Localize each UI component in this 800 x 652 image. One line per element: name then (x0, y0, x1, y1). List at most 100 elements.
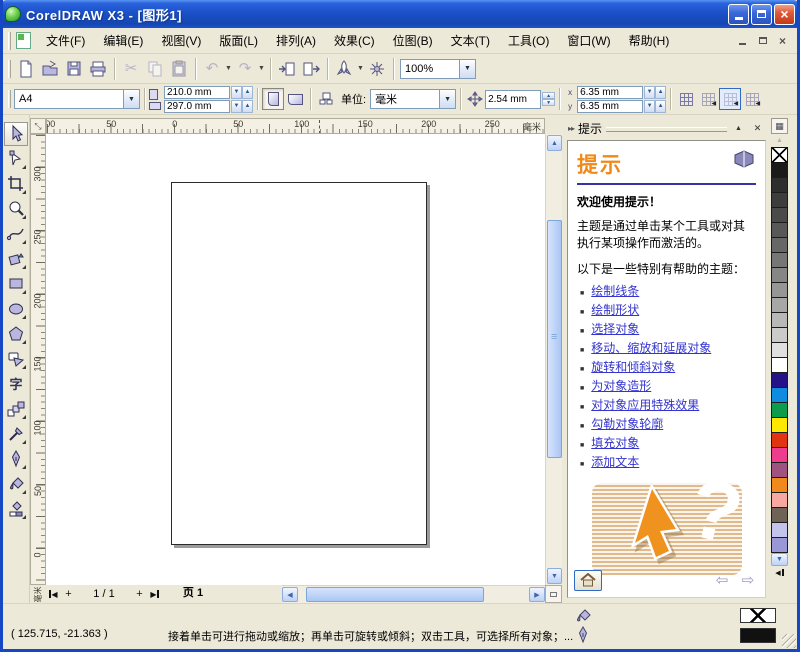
new-button[interactable] (14, 57, 38, 81)
undo-button[interactable]: ↶ (200, 57, 224, 81)
application-launcher-button[interactable] (332, 57, 356, 81)
restore-button[interactable] (751, 4, 772, 25)
doc-minimize-button[interactable] (734, 33, 751, 48)
document-navigator-button[interactable] (545, 585, 562, 603)
chevron-down-icon[interactable]: ▼ (439, 90, 455, 108)
docker-close-button[interactable]: ✕ (750, 121, 765, 135)
page-indicator[interactable]: 1 / 1 (76, 585, 132, 603)
color-swatch[interactable] (771, 313, 788, 328)
topic-link[interactable]: 勾勒对象轮廓 (591, 416, 663, 432)
drawing-canvas[interactable] (46, 134, 545, 585)
redo-button[interactable]: ↷ (233, 57, 257, 81)
scroll-left-button[interactable]: ◀ (282, 587, 298, 602)
shape-tool[interactable] (4, 147, 28, 171)
color-swatch[interactable] (771, 388, 788, 403)
menu-item[interactable]: 文本(T) (442, 29, 499, 52)
color-swatch[interactable] (771, 253, 788, 268)
chevron-down-icon[interactable]: ▼ (459, 60, 475, 78)
menu-item[interactable]: 效果(C) (325, 29, 384, 52)
menu-item[interactable]: 工具(O) (499, 29, 558, 52)
docker-drag-lines[interactable] (606, 127, 727, 132)
smart-fill-tool[interactable] (4, 247, 28, 271)
color-swatch[interactable] (771, 403, 788, 418)
menu-item[interactable]: 帮助(H) (620, 29, 679, 52)
resize-grip[interactable] (782, 634, 796, 648)
menu-item[interactable]: 视图(V) (152, 29, 210, 52)
menu-item[interactable]: 排列(A) (267, 29, 325, 52)
color-swatch[interactable] (771, 523, 788, 538)
import-button[interactable] (275, 57, 299, 81)
vertical-ruler[interactable]: 300250200150100500 (30, 134, 46, 585)
doc-close-button[interactable]: × (774, 33, 791, 48)
nudge-down-spinner[interactable]: ▼ (542, 99, 555, 106)
horizontal-ruler[interactable]: 10050050100150200250 毫米 (46, 118, 545, 134)
home-button[interactable] (574, 570, 602, 591)
color-swatch[interactable] (771, 238, 788, 253)
width-up-spinner[interactable]: ▲ (242, 86, 253, 99)
back-button[interactable]: ⇦ (711, 571, 733, 590)
undo-dropdown[interactable]: ▼ (224, 65, 233, 72)
color-swatch[interactable] (771, 268, 788, 283)
copy-button[interactable] (143, 57, 167, 81)
zoom-tool[interactable] (4, 197, 28, 221)
color-swatch[interactable] (771, 478, 788, 493)
snap-to-guidelines-button[interactable]: ◀ (697, 88, 719, 110)
palette-options-button[interactable]: ▦ (771, 118, 788, 134)
menu-item[interactable]: 位图(B) (384, 29, 442, 52)
vertical-scrollbar[interactable]: ▲ ▼ (545, 134, 562, 585)
paper-width-input[interactable]: 210.0 mm (164, 86, 230, 99)
horizontal-scrollbar[interactable]: ◀ ▶ (282, 585, 545, 603)
menu-item[interactable]: 窗口(W) (558, 29, 619, 52)
height-up-spinner[interactable]: ▲ (242, 100, 253, 113)
dup-x-up-spinner[interactable]: ▲ (655, 86, 666, 99)
color-swatch[interactable] (771, 373, 788, 388)
title-bar[interactable]: CorelDRAW X3 - [图形1] × (0, 0, 800, 28)
eyedropper-tool[interactable] (4, 422, 28, 446)
color-swatch[interactable] (771, 508, 788, 523)
topic-link[interactable]: 添加文本 (591, 454, 639, 470)
ellipse-tool[interactable] (4, 297, 28, 321)
color-swatch[interactable] (771, 298, 788, 313)
color-swatch[interactable] (771, 208, 788, 223)
export-button[interactable] (299, 57, 323, 81)
color-swatch[interactable] (771, 433, 788, 448)
crop-tool[interactable] (4, 172, 28, 196)
menubar-grip[interactable] (8, 32, 11, 50)
scroll-right-button[interactable]: ▶ (529, 587, 545, 602)
docker-title-bar[interactable]: ▸▸ 提示 ▲ ✕ (565, 118, 768, 138)
last-page-button[interactable]: ▶ (147, 585, 162, 603)
color-swatch[interactable] (771, 343, 788, 358)
horizontal-scroll-thumb[interactable] (306, 587, 484, 602)
topic-link[interactable]: 为对象造形 (591, 378, 651, 394)
outline-color-swatch[interactable] (740, 628, 776, 643)
color-swatch[interactable] (771, 283, 788, 298)
nudge-offset-input[interactable]: 2.54 mm (485, 90, 541, 109)
dup-y-up-spinner[interactable]: ▲ (655, 100, 666, 113)
freehand-tool[interactable] (4, 222, 28, 246)
topic-link[interactable]: 填充对象 (591, 435, 639, 451)
toolbar-grip[interactable] (8, 60, 11, 78)
topic-link[interactable]: 对对象应用特殊效果 (591, 397, 699, 413)
width-down-spinner[interactable]: ▼ (231, 86, 242, 99)
chevron-down-icon[interactable]: ▼ (123, 90, 139, 108)
polygon-tool[interactable] (4, 322, 28, 346)
color-swatch[interactable] (771, 223, 788, 238)
outline-tool[interactable] (4, 447, 28, 471)
color-swatch[interactable] (771, 193, 788, 208)
topic-link[interactable]: 绘制线条 (591, 283, 639, 299)
paper-preset-combo[interactable]: A4 ▼ (14, 89, 140, 109)
duplicate-y-input[interactable]: 6.35 mm (577, 100, 643, 113)
document-icon[interactable] (16, 32, 31, 49)
zoom-level-combo[interactable]: 100% ▼ (400, 59, 476, 79)
minimize-button[interactable] (728, 4, 749, 25)
launcher-dropdown[interactable]: ▼ (356, 65, 365, 72)
cut-button[interactable]: ✂ (119, 57, 143, 81)
landscape-button[interactable] (284, 88, 306, 110)
fill-color-swatch[interactable] (740, 608, 776, 623)
first-page-button[interactable]: ◀ (46, 585, 61, 603)
doc-restore-button[interactable] (754, 33, 771, 48)
page-tab[interactable]: 页 1 (162, 585, 224, 603)
docker-grabber-icon[interactable]: ▸▸ (568, 124, 574, 133)
scroll-up-button[interactable]: ▲ (547, 135, 562, 151)
topic-link[interactable]: 移动、缩放和延展对象 (591, 340, 711, 356)
